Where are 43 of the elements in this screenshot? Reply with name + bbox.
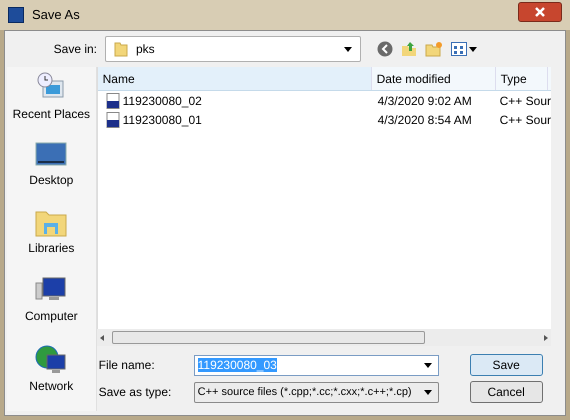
file-name-label: File name: — [98, 357, 156, 374]
up-folder-icon[interactable] — [401, 41, 417, 57]
save-in-value: pks — [136, 41, 156, 58]
dropdown-caret-icon — [469, 46, 477, 52]
column-header[interactable]: Name — [98, 67, 372, 90]
date-cell-text: 4/3/2020 9:02 AM — [376, 92, 473, 110]
globe-computer-icon — [35, 343, 68, 375]
window-title: Save As — [32, 6, 81, 24]
cpp-file-icon — [106, 92, 120, 108]
file-name-cell[interactable]: 119230080_01 — [122, 110, 202, 128]
save-button[interactable]: Save — [470, 354, 543, 376]
folder-icon — [114, 41, 128, 57]
place-item[interactable]: Computer — [24, 275, 78, 325]
back-icon[interactable] — [377, 41, 393, 57]
dropdown-caret-icon — [424, 362, 432, 368]
scroll-left-icon[interactable] — [100, 334, 104, 340]
column-header[interactable]: Type — [496, 67, 548, 90]
date-cell-text: 4/3/2020 8:54 AM — [376, 112, 473, 128]
place-item[interactable]: Libraries — [28, 207, 74, 257]
file-name-cell[interactable]: 119230080_02 — [122, 92, 202, 110]
place-item[interactable]: Network — [29, 343, 74, 395]
close-button[interactable] — [518, 2, 562, 22]
save-in-dropdown[interactable]: pks — [105, 36, 361, 62]
close-icon — [535, 7, 545, 17]
place-item[interactable]: Desktop — [29, 141, 74, 189]
scroll-right-icon[interactable] — [544, 334, 548, 340]
save-in-label: Save in: — [52, 41, 98, 58]
column-header[interactable]: Date modified — [372, 67, 496, 90]
save-as-type-label: Save as type: — [98, 384, 172, 401]
place-item[interactable]: Recent Places — [12, 71, 90, 123]
cpp-file-icon — [106, 112, 120, 128]
cancel-button[interactable]: Cancel — [470, 381, 543, 403]
scrollbar-thumb[interactable] — [112, 331, 425, 344]
type-cell-text: C++ Sour — [498, 112, 551, 128]
save-as-type-dropdown[interactable]: C++ source files (*.cpp;*.cc;*.cxx;*.c++;*.cp) — [194, 382, 439, 402]
file-name-value: 119230080_03 — [198, 358, 277, 372]
grid-view-icon — [451, 42, 467, 56]
horizontal-scrollbar[interactable] — [96, 329, 551, 346]
dropdown-caret-icon — [424, 390, 432, 394]
dropdown-caret-icon — [344, 46, 352, 52]
app-icon — [8, 7, 24, 23]
type-cell-text: C++ Sour — [498, 92, 551, 110]
view-menu-button[interactable] — [451, 42, 477, 56]
